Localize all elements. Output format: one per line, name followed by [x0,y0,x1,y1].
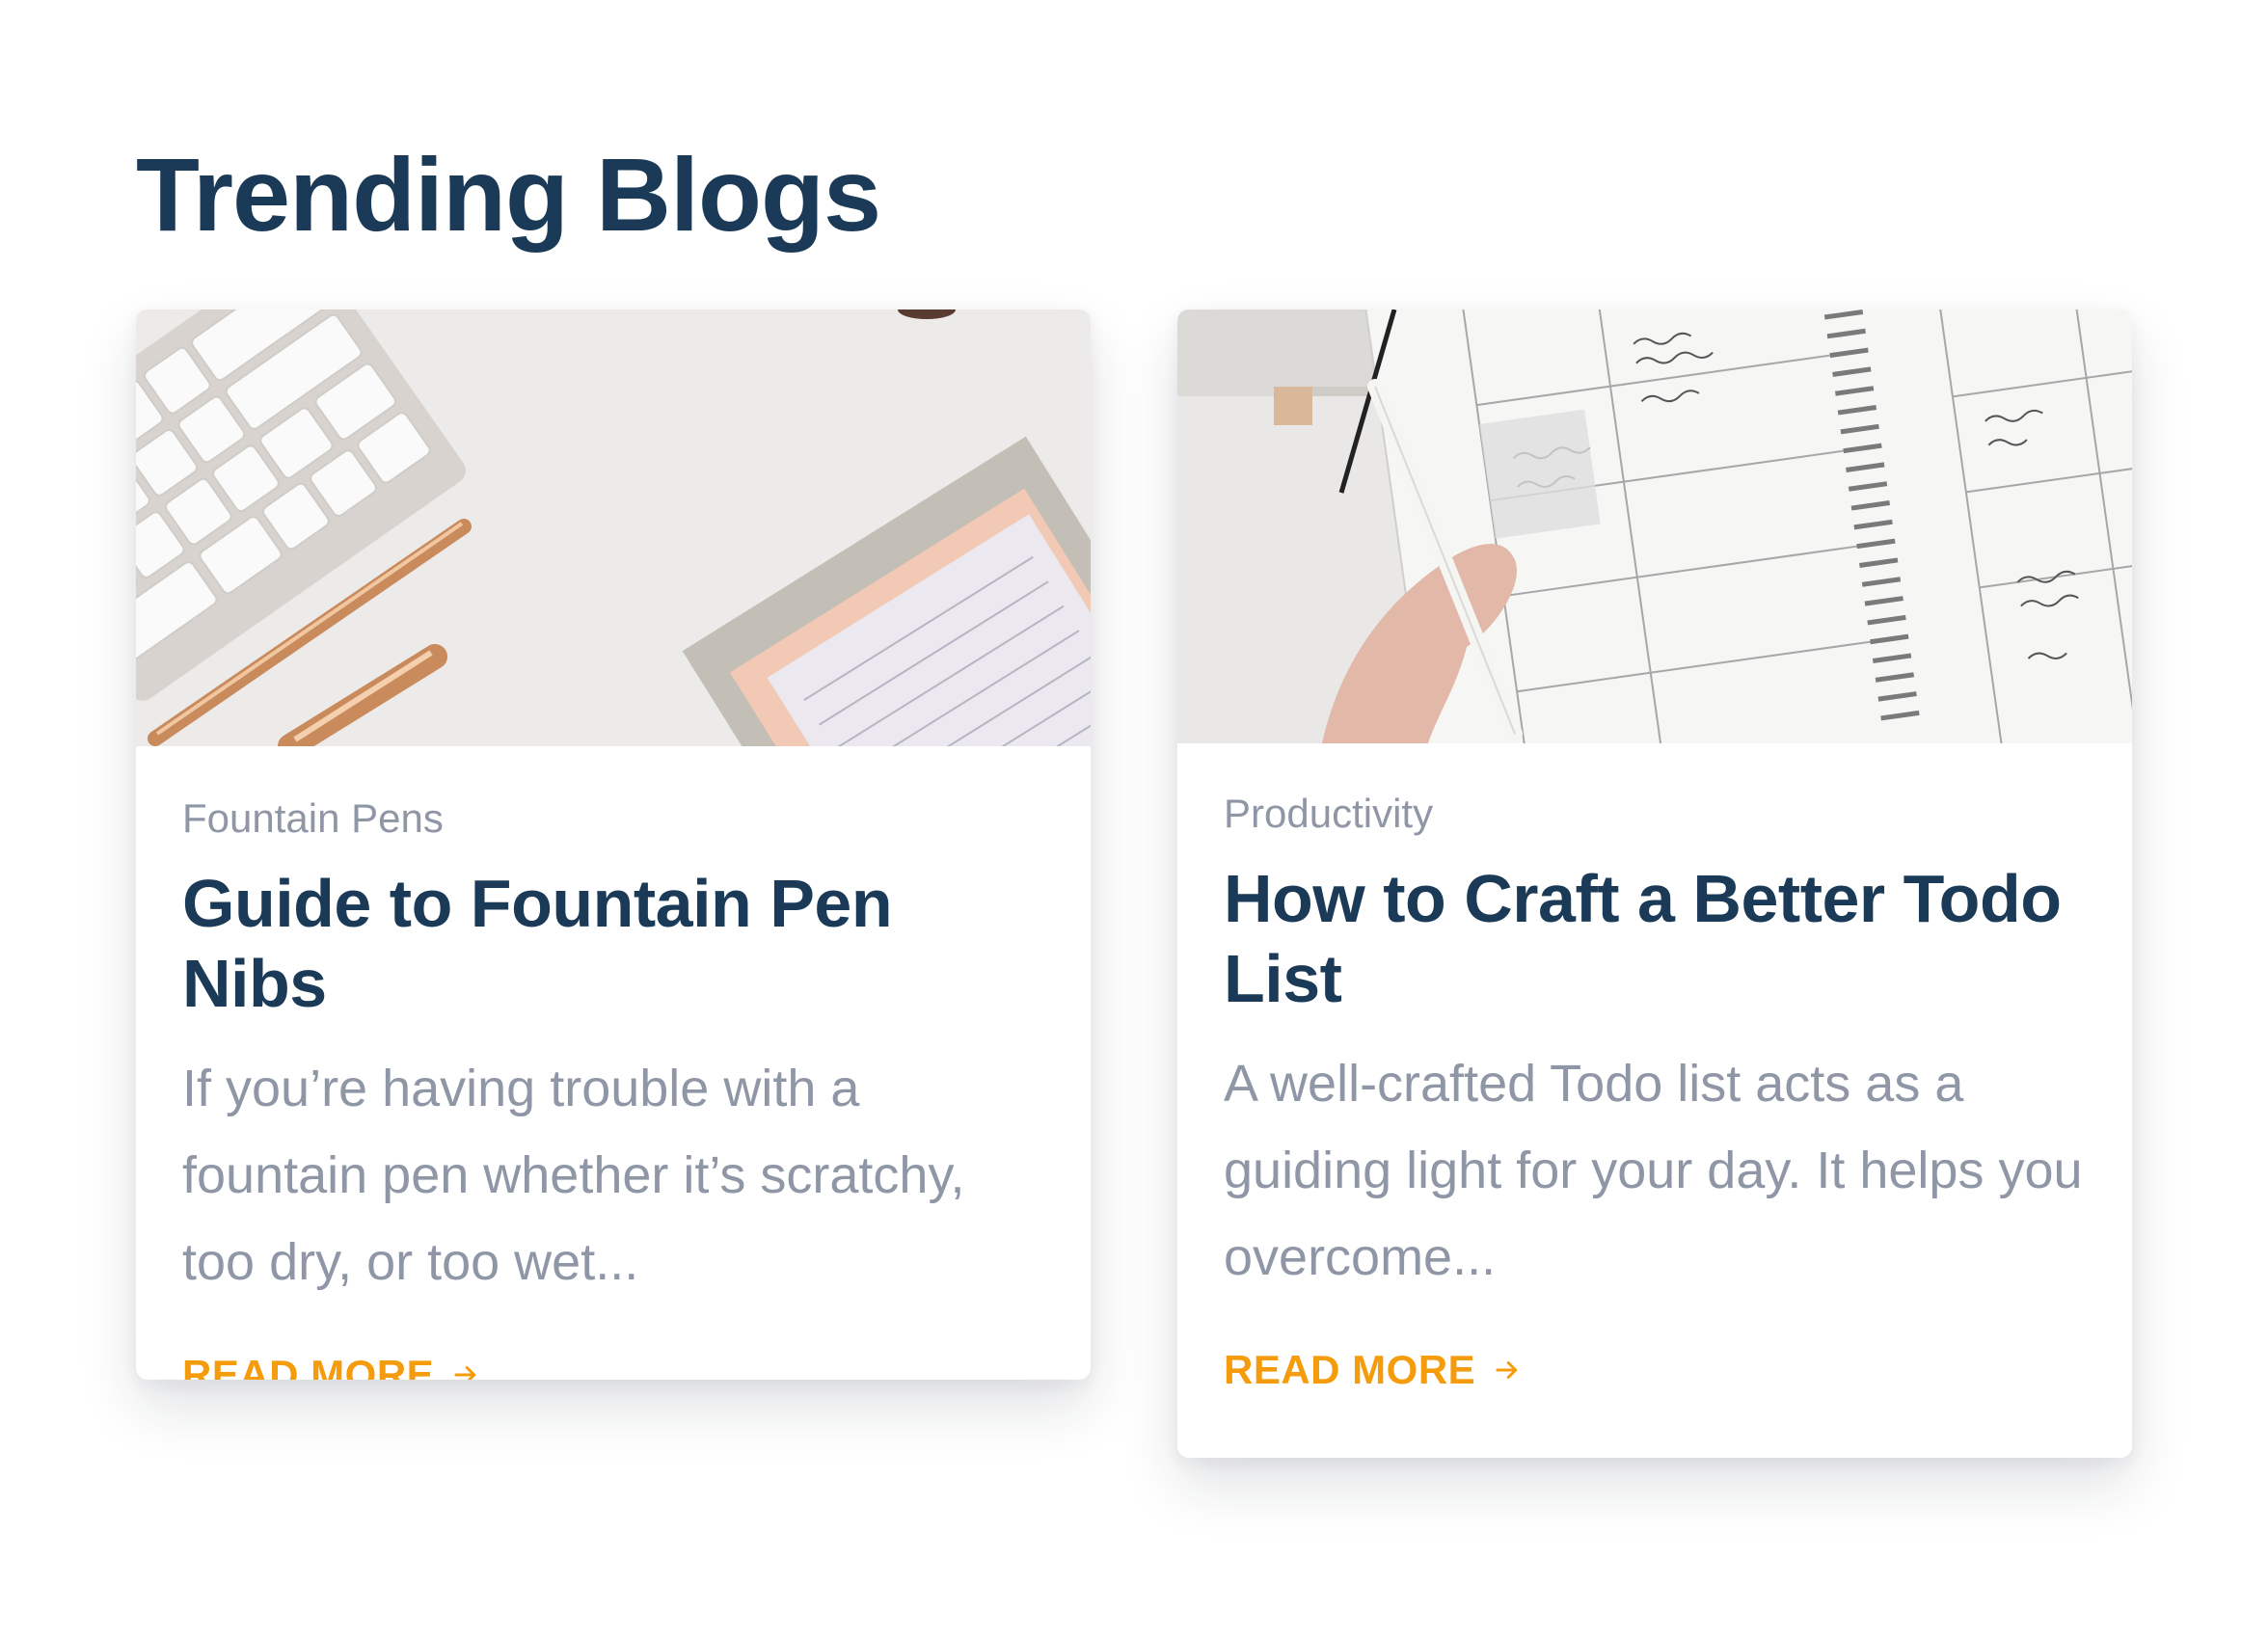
blog-card[interactable]: Productivity How to Craft a Better Todo … [1177,309,2132,1458]
blog-card-title[interactable]: How to Craft a Better Todo List [1224,859,2086,1018]
blog-card-category: Productivity [1224,791,1434,836]
arrow-right-icon [1496,1360,1518,1379]
section-title: Trending Blogs [136,136,881,253]
blog-card-category: Fountain Pens [182,795,444,841]
page: Trending Blogs Fountain Pens Guide to Fo… [0,0,2268,1640]
read-more-label: READ MORE [1224,1346,1476,1392]
blog-card-excerpt: If you’re having trouble with a fountain… [182,1059,965,1291]
read-more-link[interactable]: READ MORE [182,1352,480,1380]
blog-card-image[interactable] [136,309,1091,746]
planner-writing-image [1177,309,2132,743]
read-more-link[interactable]: READ MORE [1224,1347,1522,1393]
blog-card-title[interactable]: Guide to Fountain Pen Nibs [182,864,1044,1023]
desk-keyboard-pens-image [136,309,1091,746]
blog-card-image[interactable] [1177,309,2132,743]
read-more-label: READ MORE [182,1351,435,1380]
blog-card[interactable]: Fountain Pens Guide to Fountain Pen Nibs… [136,309,1091,1380]
blog-card-excerpt: A well-crafted Todo list acts as a guidi… [1224,1054,2083,1286]
arrow-right-icon [454,1365,476,1380]
